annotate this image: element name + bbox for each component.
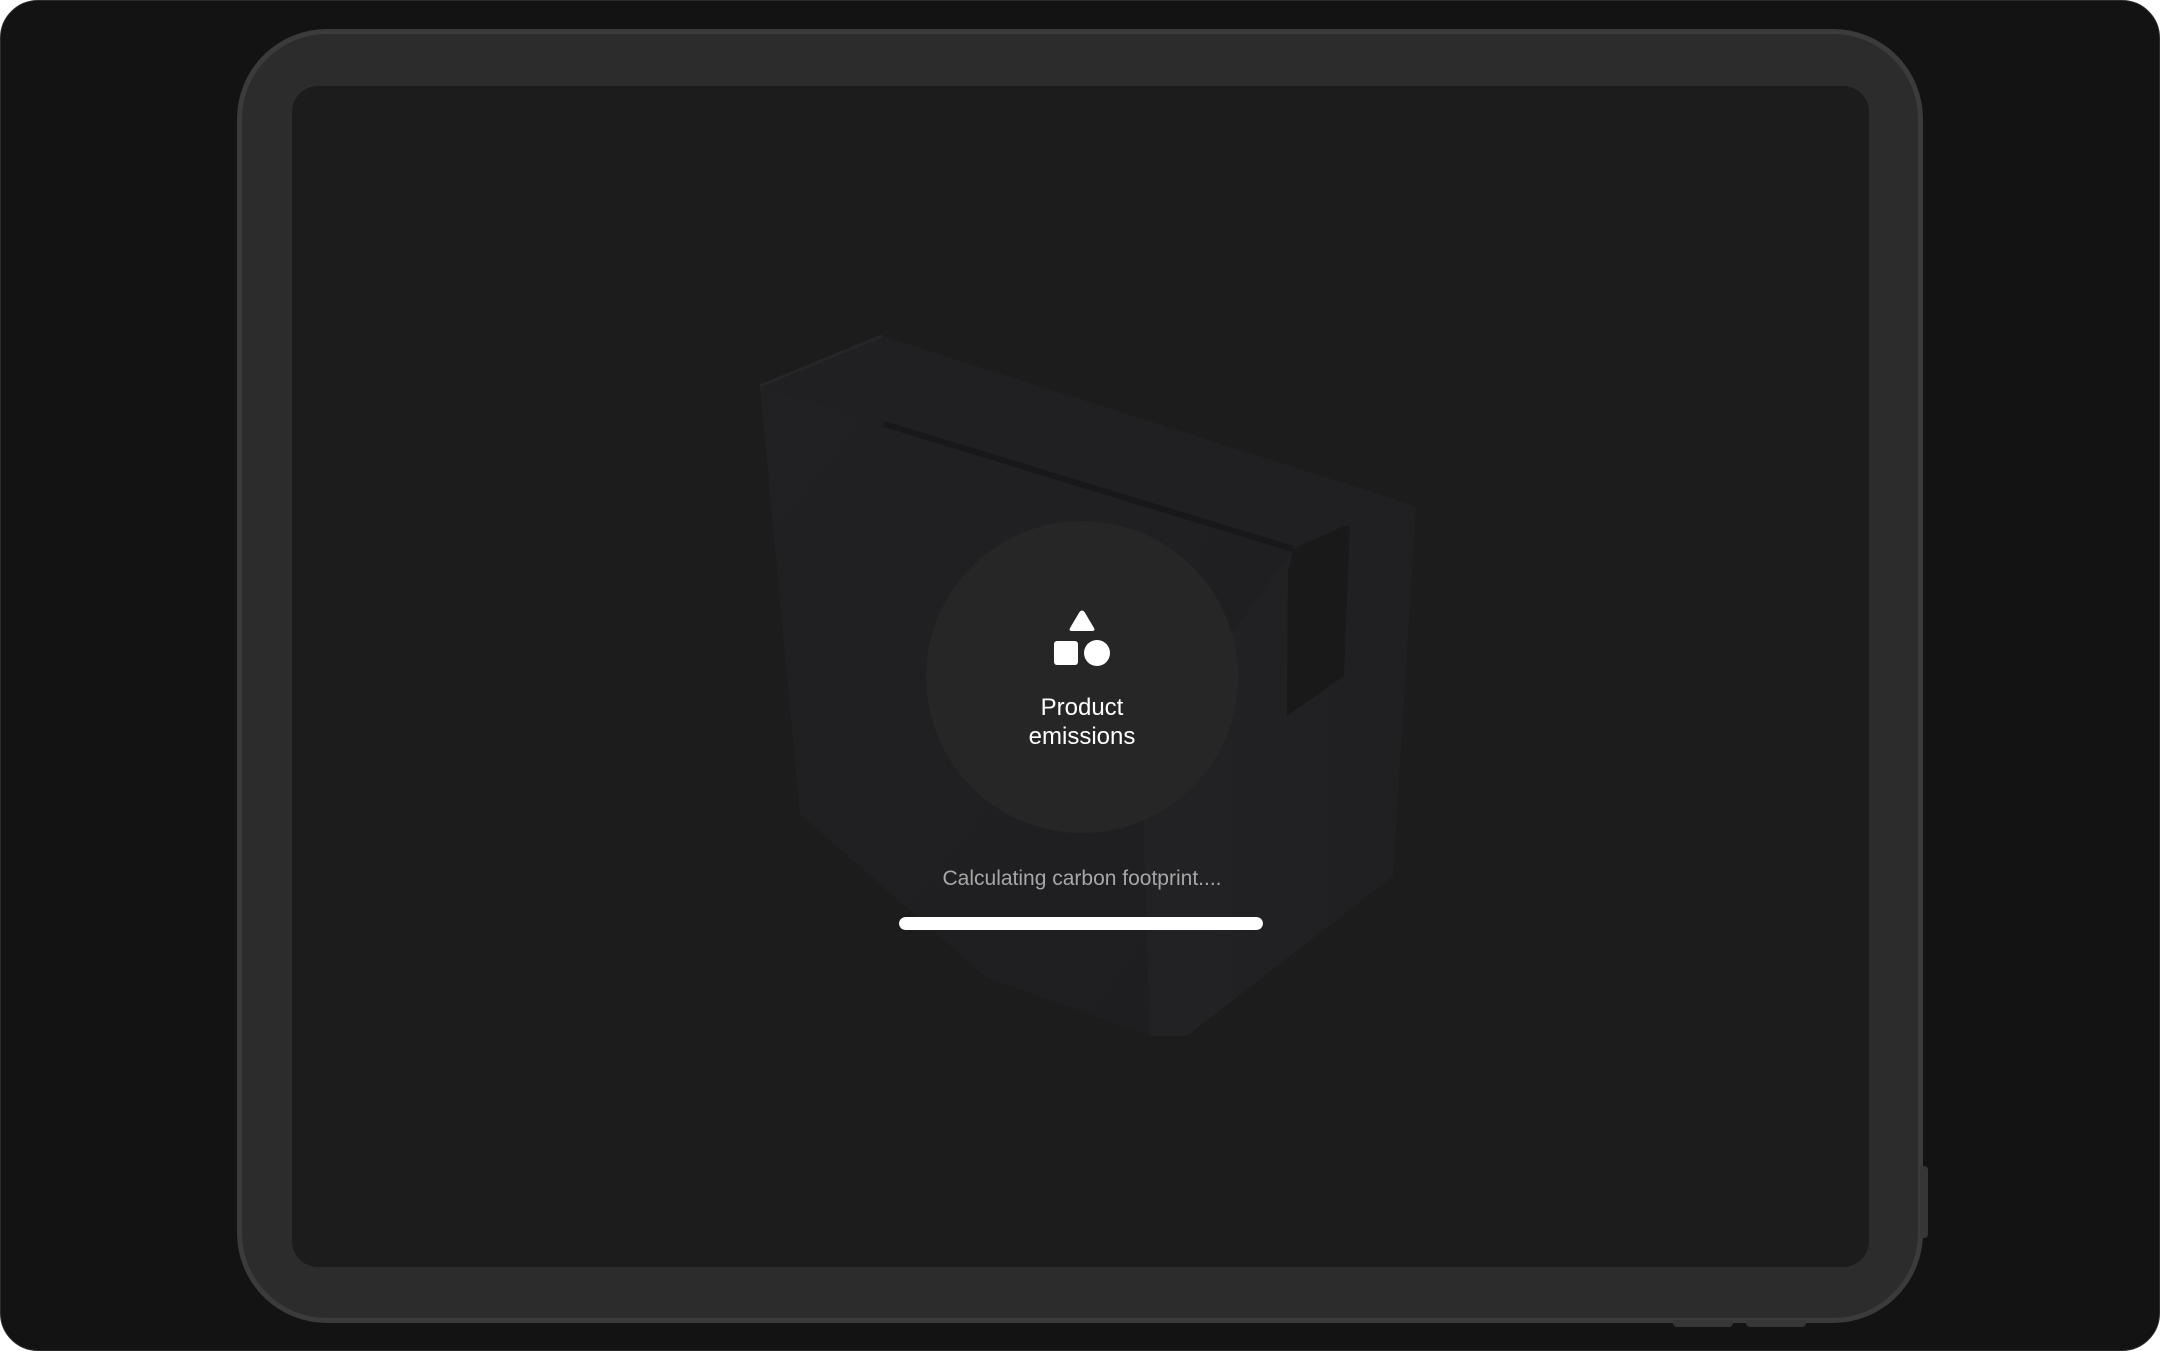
page-background: Product emissions Calculating carbon foo… — [0, 0, 2160, 1351]
shapes-icon — [1054, 610, 1110, 666]
emblem-title-line: emissions — [1028, 723, 1136, 750]
tablet-side-button — [1920, 1166, 1928, 1238]
status-text: Calculating carbon footprint.... — [942, 867, 1222, 890]
tablet-volume-button — [1746, 1320, 1806, 1327]
product-emissions-emblem: Product emissions — [926, 521, 1238, 833]
tablet-screen: Product emissions Calculating carbon foo… — [292, 86, 1869, 1267]
emblem-title-line: Product — [1040, 694, 1124, 721]
emblem-title: Product emissions — [926, 693, 1238, 751]
progress-bar-fill — [899, 917, 1263, 930]
tablet-volume-button — [1673, 1320, 1733, 1327]
progress-bar — [899, 917, 1263, 930]
